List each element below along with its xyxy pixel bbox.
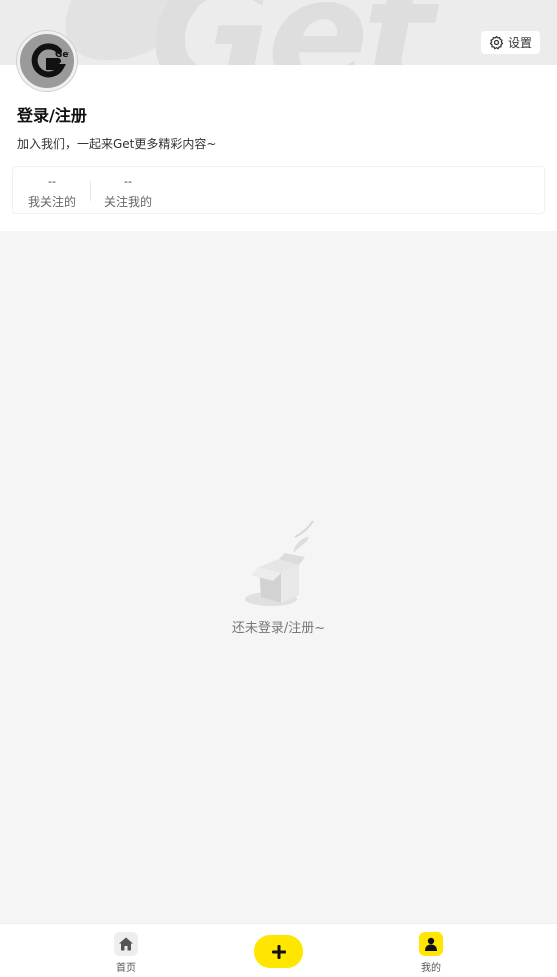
settings-button[interactable]: 设置 [481, 31, 540, 54]
nav-home[interactable]: 首页 [96, 932, 156, 974]
banner-watermark: Get [150, 0, 435, 65]
following-count: -- [48, 175, 56, 188]
following-stat[interactable]: -- 我关注的 [15, 175, 89, 210]
settings-label: 设置 [507, 36, 532, 50]
empty-state: 还未登录/注册~ [0, 515, 557, 636]
bottom-nav: 首页 我的 [0, 923, 557, 977]
user-icon [419, 932, 443, 956]
get-logo-icon: Get [31, 43, 69, 78]
followers-count: -- [124, 175, 132, 188]
gear-icon [489, 35, 504, 50]
nav-home-label: 首页 [116, 963, 136, 974]
header-banner: Get [0, 0, 557, 65]
empty-state-text: 还未登录/注册~ [231, 621, 326, 636]
nav-mine-label: 我的 [421, 963, 441, 974]
empty-box-icon [244, 520, 314, 606]
home-icon [114, 932, 138, 956]
avatar[interactable]: Get [17, 31, 77, 91]
follow-stats: -- 我关注的 -- 关注我的 [12, 166, 545, 214]
profile-page: Get 设置 Get 登录/注册 加入我们，一起来Get更多精彩内容~ -- 我… [0, 0, 557, 977]
add-button[interactable] [254, 935, 303, 968]
login-subtitle: 加入我们，一起来Get更多精彩内容~ [17, 137, 217, 151]
following-label: 我关注的 [27, 195, 76, 209]
followers-label: 关注我的 [103, 195, 152, 209]
logo-text: Get [55, 50, 69, 60]
plus-icon [271, 944, 286, 959]
followers-stat[interactable]: -- 关注我的 [91, 175, 165, 210]
login-title[interactable]: 登录/注册 [17, 102, 87, 126]
nav-mine[interactable]: 我的 [401, 932, 461, 974]
